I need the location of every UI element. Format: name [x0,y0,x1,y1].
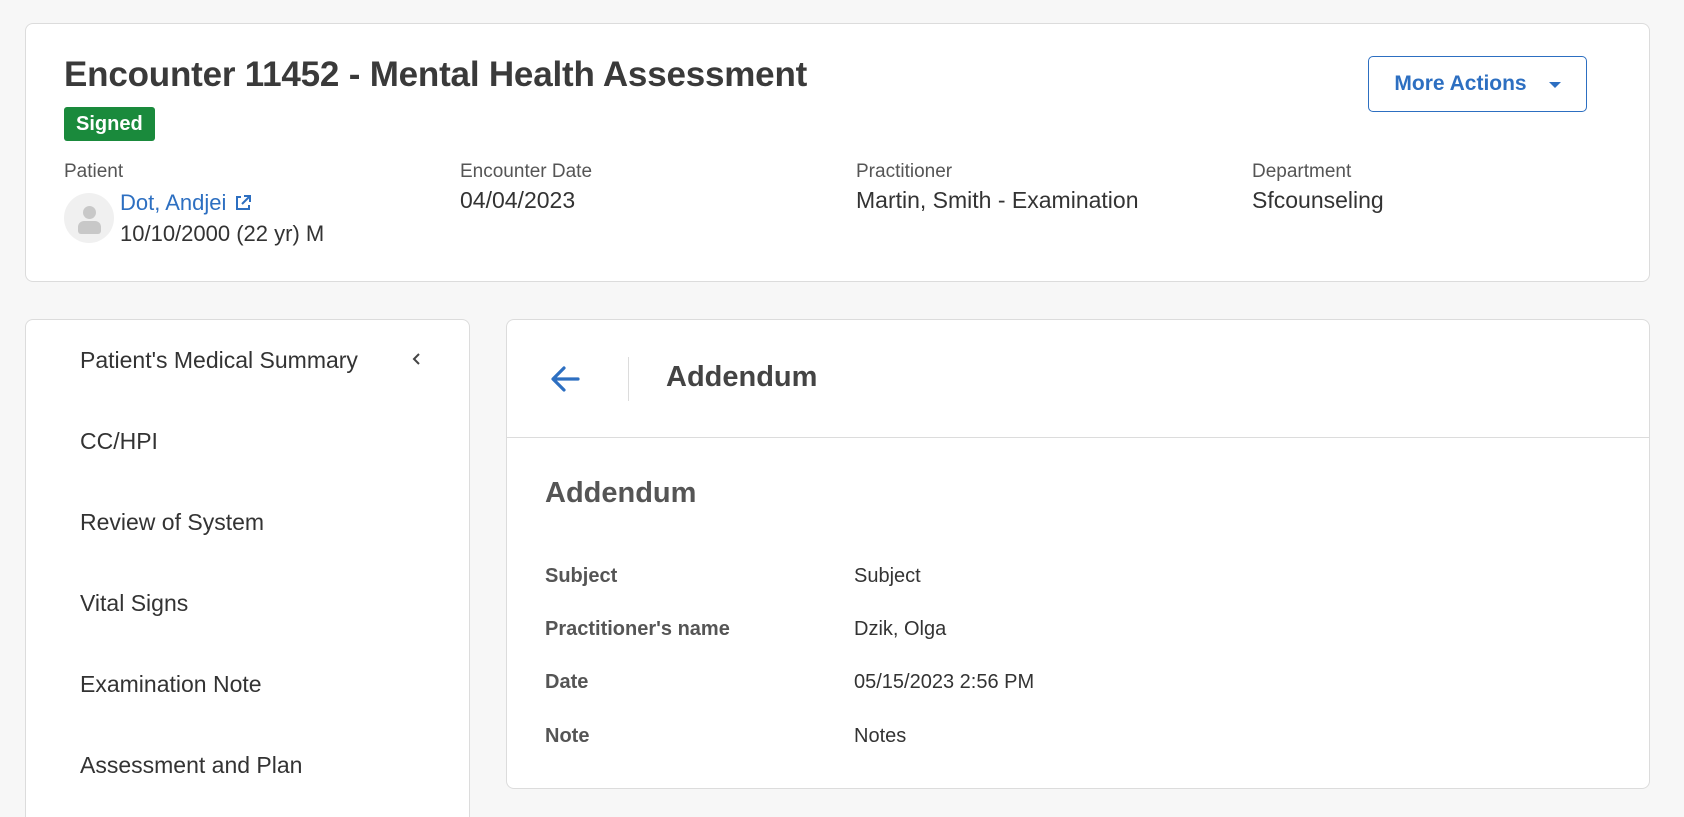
section-title: Addendum [545,477,697,509]
chevron-left-icon[interactable] [409,348,423,370]
department-label: Department [1252,161,1352,182]
external-link-icon [236,195,252,210]
practitioner-value: Martin, Smith - Examination [856,187,1139,213]
addendum-panel: Addendum Addendum Subject Subject Practi… [506,319,1650,789]
field-label: Subject [545,565,618,587]
encounter-date-value: 04/04/2023 [460,187,576,213]
practitioner-label: Practitioner [856,161,953,182]
panel-header: Addendum [507,320,1649,438]
field-value: Notes [854,725,907,747]
sidebar-item-assessment-and-plan[interactable]: Assessment and Plan [80,752,302,779]
sidebar-item-review-of-system[interactable]: Review of System [80,509,264,536]
field-value: Subject [854,565,921,587]
department-value: Sfcounseling [1252,187,1384,213]
patient-name: Dot, Andjei [120,190,227,215]
department-field: Department Sfcounseling [1252,161,1384,214]
patient-label: Patient [64,161,124,182]
user-avatar-icon [64,193,114,243]
encounter-date-field: Encounter Date 04/04/2023 [460,161,592,214]
page-title: Encounter 11452 - Mental Health Assessme… [64,55,808,94]
field-value: 05/15/2023 2:56 PM [854,671,1035,693]
encounter-date-label: Encounter Date [460,161,593,182]
caret-down-icon [1548,82,1561,88]
field-label: Note [545,725,590,747]
patient-dob: 10/10/2000 (22 yr) M [120,221,325,246]
panel-title: Addendum [666,361,818,393]
header-divider [628,357,629,401]
sidebar-item-cc-hpi[interactable]: CC/HPI [80,428,158,455]
encounter-header-card: Encounter 11452 - Mental Health Assessme… [25,23,1650,282]
field-value: Dzik, Olga [854,618,947,640]
status-badge: Signed [64,107,155,141]
more-actions-button[interactable]: More Actions [1368,56,1587,112]
section-sidebar: Patient's Medical Summary CC/HPI Review … [25,319,470,817]
arrow-left-icon[interactable] [548,362,582,396]
more-actions-label: More Actions [1394,72,1527,95]
sidebar-item-examination-note[interactable]: Examination Note [80,671,262,698]
practitioner-field: Practitioner Martin, Smith - Examination [856,161,1138,214]
sidebar-item-medical-summary[interactable]: Patient's Medical Summary [80,347,358,374]
patient-field: Patient [64,161,123,183]
patient-name-link[interactable]: Dot, Andjei [120,190,252,216]
sidebar-item-vital-signs[interactable]: Vital Signs [80,590,188,617]
field-label: Date [545,671,589,693]
field-label: Practitioner's name [545,618,730,640]
